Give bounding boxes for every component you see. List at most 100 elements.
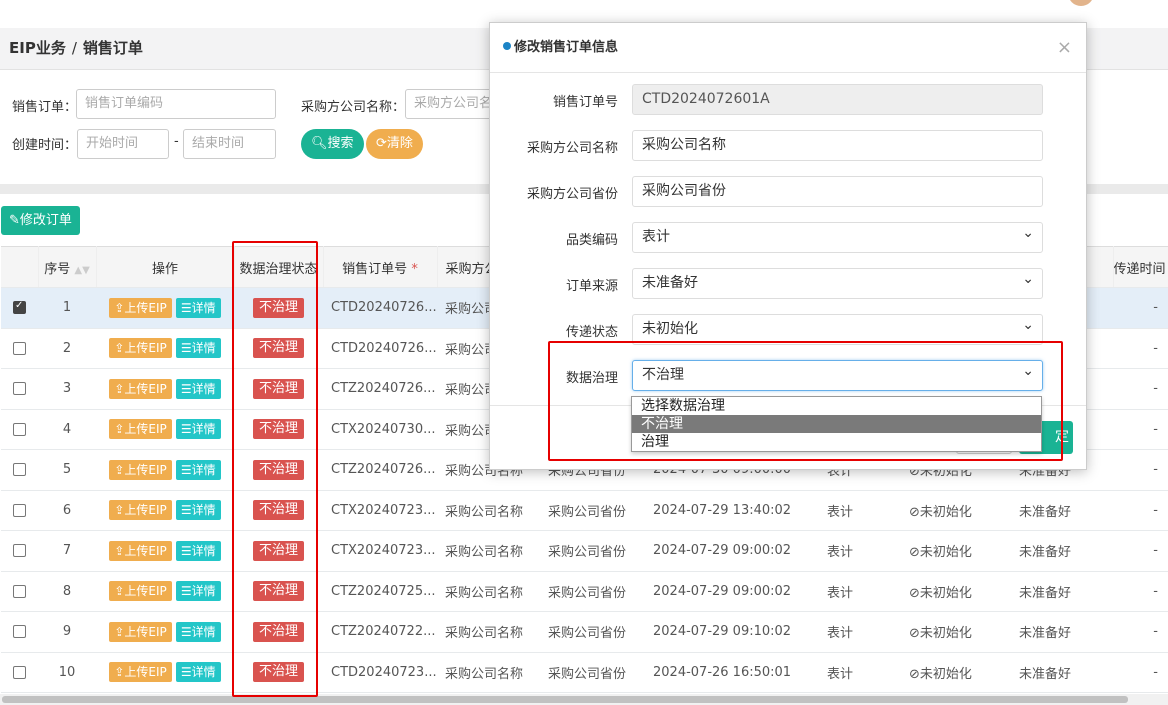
select-all-header[interactable] xyxy=(1,246,39,288)
list-icon: ☰ xyxy=(180,300,192,315)
buyer-province-field[interactable]: 采购公司省份 xyxy=(632,176,1043,207)
row-checkbox-cell[interactable] xyxy=(1,409,38,450)
buyer-province-label: 采购方公司省份 xyxy=(526,187,618,202)
row-checkbox[interactable] xyxy=(13,544,26,558)
table-row[interactable]: 6 ⇪上传EIP ☰详情 不治理 CTX20240723... 采购公司名称 采购公司省份… xyxy=(1,490,1168,531)
row-source: 未准备好 xyxy=(1011,490,1113,531)
header-order-no[interactable]: 销售订单号 * xyxy=(323,246,438,288)
end-time-input[interactable]: 结束时间 xyxy=(183,129,276,159)
row-index: 6 xyxy=(38,490,96,531)
row-order-no: CTZ20240726... xyxy=(323,368,437,410)
scrollbar-thumb[interactable] xyxy=(2,696,1128,703)
row-created-time: 2024-07-26 16:50:01 xyxy=(645,652,819,693)
breadcrumb-separator: / xyxy=(71,39,77,57)
upload-eip-button[interactable]: ⇪上传EIP xyxy=(109,540,172,561)
row-index: 3 xyxy=(38,368,96,410)
upload-icon: ⇪ xyxy=(114,381,125,396)
row-order-no: CTX20240723... xyxy=(323,490,437,531)
horizontal-scrollbar[interactable] xyxy=(0,694,1168,705)
row-transfer-status: ⊘未初始化 xyxy=(901,530,1011,572)
source-select[interactable]: 未准备好 xyxy=(632,265,1043,299)
row-transfer-time: - xyxy=(1113,287,1168,329)
row-checkbox[interactable] xyxy=(13,665,26,679)
detail-button[interactable]: ☰详情 xyxy=(175,378,221,399)
row-checkbox-cell[interactable] xyxy=(1,287,38,329)
upload-icon: ⇪ xyxy=(114,300,125,315)
upload-eip-button[interactable]: ⇪上传EIP xyxy=(109,419,172,440)
dropdown-option[interactable]: 选择数据治理 xyxy=(632,397,1041,415)
row-checkbox-cell[interactable] xyxy=(1,571,38,612)
row-checkbox[interactable] xyxy=(13,382,26,396)
row-actions: ⇪上传EIP ☰详情 xyxy=(96,368,234,410)
transfer-status-select[interactable]: 未初始化 xyxy=(632,311,1043,345)
detail-button[interactable]: ☰详情 xyxy=(175,338,221,359)
row-checkbox-cell[interactable] xyxy=(1,530,38,572)
upload-icon: ⇪ xyxy=(114,341,125,356)
row-order-no[interactable]: CTD20240726... xyxy=(323,287,437,329)
row-checkbox[interactable] xyxy=(13,341,26,355)
row-checkbox[interactable] xyxy=(13,422,26,436)
detail-button[interactable]: ☰详情 xyxy=(175,621,221,642)
row-checkbox-cell[interactable] xyxy=(1,490,38,531)
row-transfer-time: - xyxy=(1113,571,1168,612)
upload-eip-button[interactable]: ⇪上传EIP xyxy=(109,662,172,683)
order-search-input[interactable]: 销售订单编码 xyxy=(76,89,276,119)
detail-button[interactable]: ☰详情 xyxy=(175,540,221,561)
governance-badge: 不治理 xyxy=(252,338,304,359)
header-index[interactable]: 序号 ▲▼ xyxy=(38,246,97,288)
dropdown-option-selected[interactable]: 不治理 xyxy=(632,415,1041,433)
buyer-search-input[interactable]: 采购方公司名 xyxy=(405,89,495,119)
row-checkbox-cell[interactable] xyxy=(1,611,38,653)
detail-button[interactable]: ☰详情 xyxy=(175,459,221,480)
table-row[interactable]: 7 ⇪上传EIP ☰详情 不治理 CTX20240723... 采购公司名称 采购公司省份… xyxy=(1,530,1168,572)
clear-button[interactable]: ⟳清除 xyxy=(366,129,423,159)
row-checkbox-cell[interactable] xyxy=(1,328,38,369)
detail-button[interactable]: ☰详情 xyxy=(175,500,221,521)
sort-icon[interactable]: ▲▼ xyxy=(74,265,89,276)
row-checkbox[interactable] xyxy=(13,584,26,598)
governance-select[interactable]: 不治理 xyxy=(632,357,1043,391)
detail-button[interactable]: ☰详情 xyxy=(175,581,221,602)
upload-eip-button[interactable]: ⇪上传EIP xyxy=(109,338,172,359)
table-row[interactable]: 10 ⇪上传EIP ☰详情 不治理 CTD20240723... 采购公司名称 采购公司省… xyxy=(1,652,1168,693)
buyer-name-field[interactable]: 采购公司名称 xyxy=(632,130,1043,161)
row-checkbox[interactable] xyxy=(13,300,26,315)
upload-eip-button[interactable]: ⇪上传EIP xyxy=(109,378,172,399)
row-created-time: 2024-07-29 09:10:02 xyxy=(645,611,819,653)
header-governance[interactable]: 数据治理状态 xyxy=(234,246,324,288)
detail-button[interactable]: ☰详情 xyxy=(175,662,221,683)
row-transfer-time: - xyxy=(1113,530,1168,572)
upload-eip-button[interactable]: ⇪上传EIP xyxy=(109,581,172,602)
row-buyer: 采购公司名称 xyxy=(437,611,540,653)
close-icon[interactable]: × xyxy=(1057,37,1072,58)
detail-button[interactable]: ☰详情 xyxy=(175,297,221,318)
user-avatar[interactable] xyxy=(1068,0,1094,6)
table-row[interactable]: 9 ⇪上传EIP ☰详情 不治理 CTZ20240722... 采购公司名称 采购公司省份… xyxy=(1,611,1168,653)
row-source: 未准备好 xyxy=(1011,530,1113,572)
row-transfer-status: ⊘未初始化 xyxy=(901,611,1011,653)
table-row[interactable]: 8 ⇪上传EIP ☰详情 不治理 CTZ20240725... 采购公司名称 采购公司省份… xyxy=(1,571,1168,612)
row-order-no: CTZ20240726... xyxy=(323,449,437,491)
row-checkbox-cell[interactable] xyxy=(1,652,38,693)
start-time-input[interactable]: 开始时间 xyxy=(77,129,169,159)
dropdown-option[interactable]: 治理 xyxy=(632,433,1041,451)
upload-eip-button[interactable]: ⇪上传EIP xyxy=(109,297,172,318)
row-checkbox[interactable] xyxy=(13,625,26,639)
category-select[interactable]: 表计 xyxy=(632,219,1043,253)
upload-eip-button[interactable]: ⇪上传EIP xyxy=(109,500,172,521)
upload-eip-button[interactable]: ⇪上传EIP xyxy=(109,459,172,480)
search-button[interactable]: 🔍︎搜索 xyxy=(301,129,364,159)
governance-badge: 不治理 xyxy=(252,459,304,480)
header-transfer-time[interactable]: 传递时间 xyxy=(1113,246,1168,288)
page-title: 销售订单 xyxy=(82,39,143,57)
row-index: 10 xyxy=(38,652,96,693)
row-checkbox[interactable] xyxy=(13,463,26,477)
row-checkbox[interactable] xyxy=(13,503,26,517)
edit-order-button[interactable]: ✎修改订单 xyxy=(1,206,80,235)
breadcrumb-section[interactable]: EIP业务 xyxy=(9,39,66,57)
row-checkbox-cell[interactable] xyxy=(1,368,38,410)
row-checkbox-cell[interactable] xyxy=(1,449,38,491)
upload-eip-button[interactable]: ⇪上传EIP xyxy=(109,621,172,642)
row-governance: 不治理 xyxy=(234,490,323,531)
detail-button[interactable]: ☰详情 xyxy=(175,419,221,440)
